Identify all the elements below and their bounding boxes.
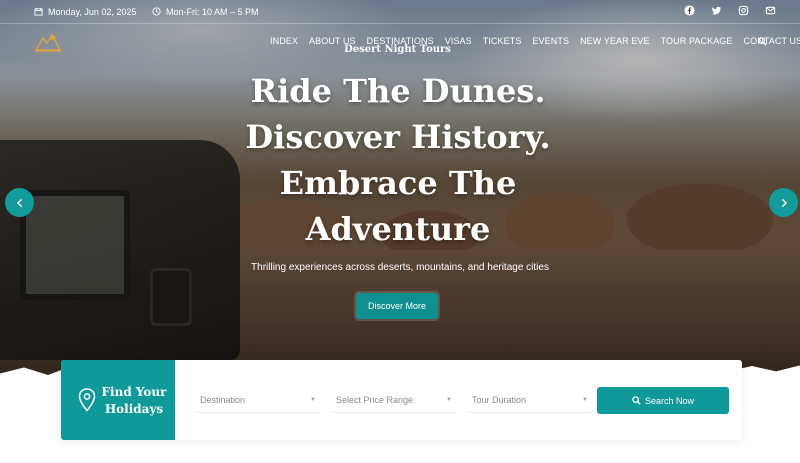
chevron-down-icon: ▼ [446, 396, 452, 403]
nav-item-events[interactable]: EVENTS [532, 36, 569, 46]
find-holidays-panel: Find Your Holidays [61, 360, 175, 440]
map-pin-icon [78, 388, 96, 412]
chevron-down-icon: ▼ [310, 396, 316, 403]
find-holidays-title-line: Find Your [101, 385, 167, 399]
hero-headline: Ride The Dunes. Discover History. Embrac… [200, 68, 596, 252]
price-range-select[interactable]: Select Price Range ▼ [332, 387, 456, 413]
nav-item-contact-us[interactable]: CONTACT US [744, 36, 800, 46]
clock-icon [152, 7, 161, 16]
tour-duration-select[interactable]: Tour Duration ▼ [468, 387, 592, 413]
carousel-next-button[interactable] [769, 188, 798, 217]
twitter-icon[interactable] [711, 5, 722, 16]
hero-subtitle: Thrilling experiences across deserts, mo… [251, 262, 549, 273]
search-now-button[interactable]: Search Now [597, 387, 729, 414]
chevron-left-icon [16, 198, 22, 207]
tour-duration-select-value: Tour Duration [472, 394, 527, 405]
instagram-icon[interactable] [738, 5, 749, 16]
nav-item-index[interactable]: INDEX [270, 36, 298, 46]
search-now-label: Search Now [644, 395, 695, 406]
top-bar: Monday, Jun 02, 2025 Mon-Fri: 10 AM – 5 … [0, 0, 800, 24]
social-links [684, 5, 776, 16]
nav-item-tickets[interactable]: TICKETS [483, 36, 522, 46]
find-holidays-title-line: Holidays [104, 402, 164, 416]
price-range-select-value: Select Price Range [336, 394, 414, 405]
email-icon[interactable] [765, 5, 776, 16]
top-bar-date-text: Monday, Jun 02, 2025 [48, 6, 137, 17]
top-bar-hours: Mon-Fri: 10 AM – 5 PM [152, 7, 259, 17]
calendar-icon [34, 7, 43, 16]
search-icon [632, 396, 641, 405]
nav-item-new-year-eve[interactable]: NEW YEAR EVE [580, 36, 650, 46]
destination-select-value: Destination [200, 394, 246, 405]
site-logo-icon[interactable] [33, 30, 63, 54]
hero-brand-name: Desert Night Tours [344, 44, 451, 55]
nav-item-tour-package[interactable]: TOUR PACKAGE [661, 36, 733, 46]
hero-headline-line: Discover History. [245, 118, 551, 156]
hero-headline-line: Adventure [305, 210, 491, 248]
carousel-prev-button[interactable] [5, 188, 34, 217]
destination-select[interactable]: Destination ▼ [196, 387, 320, 413]
discover-more-button[interactable]: Discover More [356, 293, 438, 319]
facebook-icon[interactable] [684, 5, 695, 16]
find-holidays-title: Find Your Holidays [101, 384, 167, 418]
hero-headline-line: Embrace The [279, 164, 517, 202]
top-bar-date: Monday, Jun 02, 2025 [34, 7, 136, 17]
top-bar-hours-text: Mon-Fri: 10 AM – 5 PM [166, 6, 259, 17]
chevron-right-icon [781, 198, 787, 207]
chevron-down-icon: ▼ [582, 396, 588, 403]
search-icon[interactable] [758, 37, 767, 46]
hero-headline-line: Ride The Dunes. [250, 72, 546, 110]
